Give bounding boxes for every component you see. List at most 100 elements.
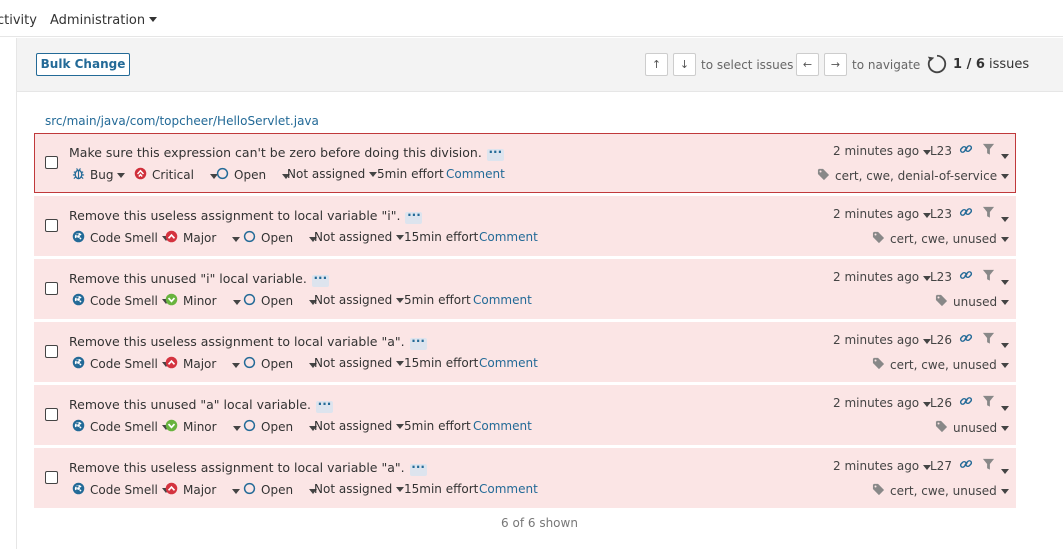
- filter-caret[interactable]: [997, 274, 1009, 288]
- issue-checkbox[interactable]: [45, 282, 58, 295]
- issue-more-icon[interactable]: ···: [409, 461, 427, 476]
- issue-assignee[interactable]: Not assigned: [314, 482, 405, 496]
- issue-comment-link[interactable]: Comment: [479, 356, 538, 370]
- filter-icon[interactable]: [982, 458, 995, 471]
- link-icon[interactable]: [959, 394, 973, 408]
- issue-more-icon[interactable]: ···: [409, 335, 427, 350]
- issue-more-icon[interactable]: ···: [486, 146, 504, 161]
- link-icon[interactable]: [959, 268, 973, 282]
- filter-icon[interactable]: [982, 269, 995, 282]
- issue-tags-label: unused: [953, 295, 998, 309]
- link-icon[interactable]: [959, 331, 973, 345]
- issue-severity[interactable]: Major: [165, 230, 241, 246]
- issue-tags[interactable]: cert, cwe, unused: [872, 483, 1009, 499]
- issue-status[interactable]: Open: [243, 293, 318, 309]
- issue-message[interactable]: Remove this useless assignment to local …: [69, 334, 427, 350]
- issue-type[interactable]: Code Smell: [72, 356, 170, 372]
- issue-status[interactable]: Open: [216, 167, 291, 183]
- filter-caret[interactable]: [997, 337, 1009, 351]
- issue-tags[interactable]: unused: [935, 420, 1010, 436]
- issue-row[interactable]: Remove this useless assignment to local …: [34, 322, 1016, 382]
- filter-icon[interactable]: [982, 395, 995, 408]
- nav-administration-label: Administration: [50, 13, 146, 28]
- top-navigation: ctivity Administration: [0, 0, 1063, 37]
- issue-type-label: Bug: [90, 168, 114, 182]
- issue-row[interactable]: Remove this unused "a" local variable. ··…: [34, 385, 1016, 445]
- nav-administration[interactable]: Administration: [50, 13, 158, 28]
- issue-tags[interactable]: cert, cwe, denial-of-service: [817, 168, 1010, 184]
- filter-caret[interactable]: [997, 148, 1009, 162]
- issue-message[interactable]: Remove this useless assignment to local …: [69, 460, 427, 476]
- issue-assignee[interactable]: Not assigned: [314, 293, 405, 307]
- reload-icon[interactable]: [926, 53, 948, 75]
- issue-checkbox[interactable]: [45, 156, 58, 169]
- filter-caret[interactable]: [997, 400, 1009, 414]
- issue-assignee[interactable]: Not assigned: [287, 167, 378, 181]
- issue-severity[interactable]: Major: [165, 356, 241, 372]
- issue-type-label: Code Smell: [90, 483, 158, 497]
- issue-more-icon[interactable]: ···: [405, 209, 423, 224]
- issue-type[interactable]: Code Smell: [72, 230, 170, 246]
- issue-checkbox[interactable]: [45, 219, 58, 232]
- issue-time[interactable]: 2 minutes ago: [833, 207, 932, 221]
- issue-tags[interactable]: unused: [935, 294, 1010, 310]
- issue-tags[interactable]: cert, cwe, unused: [872, 231, 1009, 247]
- issue-checkbox[interactable]: [45, 345, 58, 358]
- issue-time[interactable]: 2 minutes ago: [833, 270, 932, 284]
- issue-time[interactable]: 2 minutes ago: [833, 459, 932, 473]
- issue-line-number: L26: [930, 396, 952, 410]
- issue-tags-label: cert, cwe, unused: [890, 484, 997, 498]
- issue-row[interactable]: Remove this useless assignment to local …: [34, 196, 1016, 256]
- issue-message[interactable]: Remove this unused "i" local variable. ··…: [69, 271, 329, 287]
- issue-assignee[interactable]: Not assigned: [314, 419, 405, 433]
- caret-down-icon: [232, 300, 241, 305]
- issue-message[interactable]: Remove this useless assignment to local …: [69, 208, 423, 224]
- issue-severity[interactable]: Minor: [165, 293, 241, 309]
- filter-icon[interactable]: [982, 143, 995, 156]
- issue-status[interactable]: Open: [243, 482, 318, 498]
- issue-row[interactable]: Remove this useless assignment to local …: [34, 448, 1016, 508]
- issue-checkbox[interactable]: [45, 408, 58, 421]
- issue-tags[interactable]: cert, cwe, unused: [872, 357, 1009, 373]
- issue-message[interactable]: Make sure this expression can't be zero …: [69, 145, 504, 161]
- issue-more-icon[interactable]: ···: [316, 398, 333, 413]
- issue-type[interactable]: Code Smell: [72, 419, 170, 435]
- filter-caret[interactable]: [997, 211, 1009, 225]
- component-file-path[interactable]: src/main/java/com/topcheer/HelloServlet.…: [45, 114, 319, 128]
- filter-icon[interactable]: [982, 206, 995, 219]
- issue-comment-link[interactable]: Comment: [479, 230, 538, 244]
- link-icon[interactable]: [959, 457, 973, 471]
- issue-checkbox[interactable]: [45, 471, 58, 484]
- issue-row[interactable]: Make sure this expression can't be zero …: [34, 133, 1016, 193]
- issue-type[interactable]: Code Smell: [72, 293, 170, 309]
- issue-time[interactable]: 2 minutes ago: [833, 144, 932, 158]
- issue-type[interactable]: Code Smell: [72, 482, 170, 498]
- issue-assignee[interactable]: Not assigned: [314, 230, 405, 244]
- link-icon[interactable]: [959, 142, 973, 156]
- issue-comment-link[interactable]: Comment: [473, 293, 532, 307]
- issue-status[interactable]: Open: [243, 230, 318, 246]
- issue-more-icon[interactable]: ···: [311, 272, 329, 287]
- link-icon[interactable]: [959, 205, 973, 219]
- issue-assignee-label: Not assigned: [314, 293, 393, 307]
- issue-severity[interactable]: Major: [165, 482, 241, 498]
- issue-severity[interactable]: Critical: [134, 167, 218, 183]
- issue-status[interactable]: Open: [243, 356, 318, 372]
- issue-time[interactable]: 2 minutes ago: [833, 396, 932, 410]
- issue-time[interactable]: 2 minutes ago: [833, 333, 932, 347]
- issue-comment-link[interactable]: Comment: [446, 167, 505, 181]
- issue-severity[interactable]: Minor: [165, 419, 241, 435]
- filter-icon[interactable]: [982, 332, 995, 345]
- filter-caret[interactable]: [997, 463, 1009, 477]
- issue-comment-link[interactable]: Comment: [479, 482, 538, 496]
- issue-row[interactable]: Remove this unused "i" local variable. ··…: [34, 259, 1016, 319]
- nav-activity[interactable]: ctivity: [0, 13, 37, 28]
- issue-assignee[interactable]: Not assigned: [314, 356, 405, 370]
- bulk-change-button[interactable]: Bulk Change: [36, 53, 130, 76]
- issue-type[interactable]: Bug: [72, 167, 126, 183]
- issue-message[interactable]: Remove this unused "a" local variable. ··…: [69, 397, 333, 413]
- issue-status[interactable]: Open: [243, 419, 318, 435]
- issue-comment-link[interactable]: Comment: [473, 419, 532, 433]
- issue-severity-label: Minor: [183, 420, 217, 434]
- issue-tags-label: cert, cwe, denial-of-service: [835, 169, 998, 183]
